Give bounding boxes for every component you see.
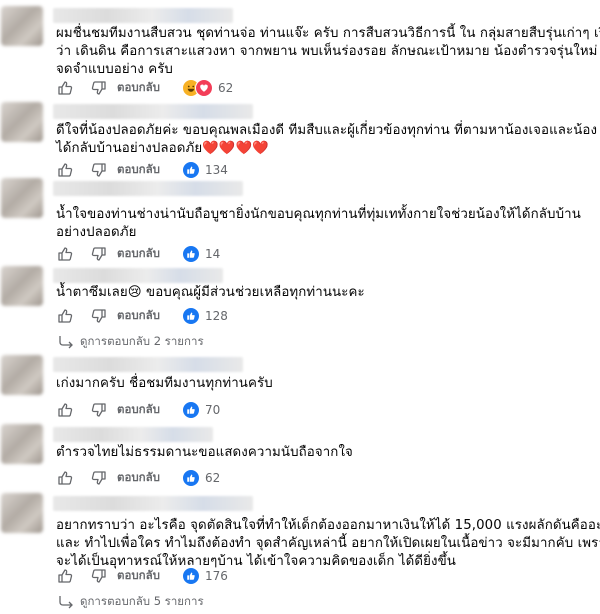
- thumbs-down-outline-icon[interactable]: [90, 469, 108, 487]
- like-reaction-icon: [182, 161, 200, 179]
- comment-text-line: ได้กลับบ้านอย่างปลอดภัย❤️❤️❤️❤️: [56, 141, 269, 156]
- view-replies-link[interactable]: ดูการตอบกลับ 2 รายการ: [58, 333, 204, 351]
- thumbs-up-outline-icon[interactable]: [56, 79, 74, 97]
- comment-text: เก่งมากครับ ชื่อชมทีมงานทุกท่านครับ: [56, 375, 591, 393]
- reaction-count: 70: [205, 403, 221, 417]
- heart-reaction-icon: [195, 79, 213, 97]
- thumbs-up-outline-icon[interactable]: [56, 307, 74, 325]
- comment-text: น้ำตาซึมเลย😢 ขอบคุณผู้มีส่วนช่วยเหลือทุก…: [56, 284, 591, 302]
- comment-text: ดีใจที่น้องปลอดภัยค่ะ ขอบคุณพลเมืองดี ที…: [56, 122, 598, 158]
- comment-text-line: ตำรวจไทยไม่ธรรมดานะขอแสดงความนับถือจากใจ: [56, 445, 353, 460]
- reply-button[interactable]: ตอบกลับ: [117, 161, 160, 179]
- like-reaction-icon: [182, 401, 200, 419]
- reaction-count: 62: [205, 471, 221, 485]
- like-reaction-icon: [182, 307, 200, 325]
- reaction-summary[interactable]: 134: [182, 161, 228, 179]
- comment-actions: ตอบกลับ 134: [56, 161, 228, 179]
- comment-text: น้ำใจของท่านช่างน่านับถือบูชายิ่งนักขอบค…: [56, 206, 591, 242]
- commenter-name-blurred[interactable]: [53, 268, 223, 283]
- thumbs-down-outline-icon[interactable]: [90, 567, 108, 585]
- thumbs-up-outline-icon[interactable]: [56, 161, 74, 179]
- avatar[interactable]: [1, 493, 43, 533]
- thumbs-up-outline-icon[interactable]: [56, 245, 74, 263]
- reply-arrow-icon: [59, 596, 73, 609]
- reply-button[interactable]: ตอบกลับ: [117, 79, 160, 97]
- reaction-count: 14: [205, 247, 221, 261]
- comment-text-line: ว่า เดินดิน คือการเสาะแสวงหา จากพยาน พบเ…: [56, 44, 600, 59]
- comment-text-line: ดีใจที่น้องปลอดภัยค่ะ ขอบคุณพลเมืองดี ที…: [56, 123, 598, 138]
- avatar[interactable]: [1, 6, 43, 46]
- comment-actions: ตอบกลับ 176: [56, 567, 228, 585]
- reaction-count: 134: [205, 163, 228, 177]
- thumbs-down-outline-icon[interactable]: [90, 245, 108, 263]
- view-replies-label: ดูการตอบกลับ 2 รายการ: [80, 334, 204, 348]
- comment-actions: ตอบกลับ 14: [56, 245, 220, 263]
- reaction-count: 176: [205, 569, 228, 583]
- commenter-name-blurred[interactable]: [53, 496, 253, 511]
- comment-text: อยากทราบว่า อะไรคือ จุดตัดสินใจที่ทำให้เ…: [56, 517, 600, 571]
- like-reaction-icon: [182, 469, 200, 487]
- comment-text-line: อย่างปลอดภัย: [56, 225, 137, 240]
- like-reaction-icon: [182, 567, 200, 585]
- thumbs-down-outline-icon[interactable]: [90, 401, 108, 419]
- comment-text-line: จดจำแบบอย่าง ครับ: [56, 62, 173, 77]
- reply-button[interactable]: ตอบกลับ: [117, 469, 160, 487]
- commenter-name-blurred[interactable]: [53, 357, 243, 372]
- comment-text-line: และ ทำไปเพื่อใคร ทำไมถึงต้องทำ จุดสำคัญเ…: [56, 536, 600, 551]
- comment-text-line: น้ำตาซึมเลย😢 ขอบคุณผู้มีส่วนช่วยเหลือทุก…: [56, 285, 365, 300]
- commenter-name-blurred[interactable]: [53, 8, 233, 23]
- reaction-summary[interactable]: 62: [182, 469, 220, 487]
- thumbs-down-outline-icon[interactable]: [90, 307, 108, 325]
- reply-button[interactable]: ตอบกลับ: [117, 567, 160, 585]
- view-replies-label: ดูการตอบกลับ 5 รายการ: [80, 594, 204, 608]
- view-replies-link[interactable]: ดูการตอบกลับ 5 รายการ: [58, 593, 204, 611]
- thumbs-down-outline-icon[interactable]: [90, 79, 108, 97]
- reply-button[interactable]: ตอบกลับ: [117, 401, 160, 419]
- reply-arrow-icon: [59, 336, 73, 349]
- comment-text-line: อยากทราบว่า อะไรคือ จุดตัดสินใจที่ทำให้เ…: [56, 518, 600, 533]
- like-reaction-icon: [182, 245, 200, 263]
- avatar[interactable]: [1, 102, 43, 142]
- avatar[interactable]: [1, 178, 43, 218]
- comment-actions: ตอบกลับ 62: [56, 79, 233, 97]
- comment-text-line: น้ำใจของท่านช่างน่านับถือบูชายิ่งนักขอบค…: [56, 207, 581, 222]
- thumbs-up-outline-icon[interactable]: [56, 469, 74, 487]
- reaction-count: 128: [205, 309, 228, 323]
- commenter-name-blurred[interactable]: [53, 427, 213, 442]
- avatar[interactable]: [1, 424, 43, 464]
- comment-actions: ตอบกลับ 62: [56, 469, 220, 487]
- thumbs-up-outline-icon[interactable]: [56, 401, 74, 419]
- reply-button[interactable]: ตอบกลับ: [117, 307, 160, 325]
- avatar[interactable]: [1, 355, 43, 395]
- comment-text-line: ผมชื่นชมทีมงานสืบสวน ชุดท่านจ่อ ท่านแจ๊ะ…: [56, 26, 600, 41]
- thumbs-up-outline-icon[interactable]: [56, 567, 74, 585]
- thumbs-down-outline-icon[interactable]: [90, 161, 108, 179]
- commenter-name-blurred[interactable]: [53, 104, 253, 119]
- reaction-summary[interactable]: 62: [182, 79, 233, 97]
- avatar[interactable]: [1, 266, 43, 306]
- reaction-summary[interactable]: 176: [182, 567, 228, 585]
- comment-actions: ตอบกลับ 128: [56, 307, 228, 325]
- reaction-summary[interactable]: 70: [182, 401, 220, 419]
- reaction-summary[interactable]: 128: [182, 307, 228, 325]
- reply-button[interactable]: ตอบกลับ: [117, 245, 160, 263]
- reaction-count: 62: [218, 81, 234, 95]
- comment-actions: ตอบกลับ 70: [56, 401, 220, 419]
- comment-text: ตำรวจไทยไม่ธรรมดานะขอแสดงความนับถือจากใจ: [56, 444, 591, 462]
- reaction-summary[interactable]: 14: [182, 245, 220, 263]
- comment-text-line: เก่งมากครับ ชื่อชมทีมงานทุกท่านครับ: [56, 376, 273, 391]
- comment-text: ผมชื่นชมทีมงานสืบสวน ชุดท่านจ่อ ท่านแจ๊ะ…: [56, 25, 600, 79]
- commenter-name-blurred[interactable]: [53, 181, 243, 196]
